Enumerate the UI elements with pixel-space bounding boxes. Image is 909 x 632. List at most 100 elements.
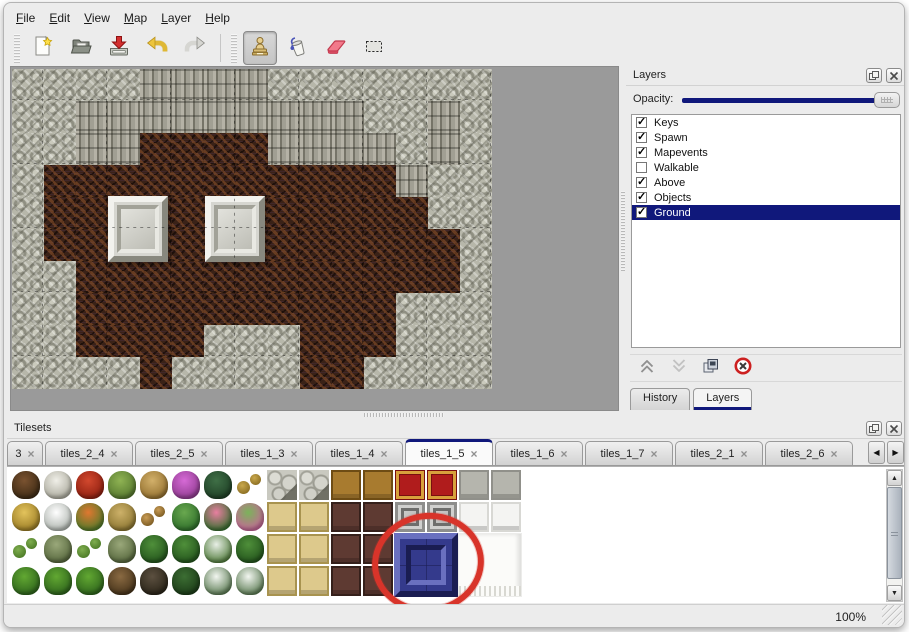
map-tile-floor[interactable] [44,165,76,197]
map-tile-floor[interactable] [236,261,268,293]
tile-lily-pad-flower[interactable] [234,501,266,533]
map-tile-floor[interactable] [268,197,300,229]
map-tile-cliff[interactable] [172,101,204,133]
tile-twisted-dead-tree[interactable] [106,565,138,597]
tileset-tab-tiles_2_6[interactable]: tiles_2_6× [765,441,853,465]
undo-button[interactable] [140,31,174,65]
tab-scroll-right-button[interactable]: ▶ [887,441,904,464]
tile-tan-mat[interactable] [298,565,330,597]
tile-red-flower-cluster[interactable] [74,469,106,501]
map-tile-rock[interactable] [460,165,492,197]
tile-palm-trunk[interactable] [138,469,170,501]
map-tile-floor[interactable] [268,229,300,261]
map-tile-rock[interactable] [460,197,492,229]
map-tile-floor[interactable] [332,261,364,293]
map-tile-floor[interactable] [172,197,204,229]
map-tile-cliff[interactable] [140,69,172,101]
map-tile-floor[interactable] [172,293,204,325]
map-tile-rock[interactable] [12,197,44,229]
tab-layers[interactable]: Layers [693,388,752,410]
map-tile-cliff[interactable] [332,133,364,165]
map-tile-cliff[interactable] [396,165,428,197]
tile-hay-mound[interactable] [10,501,42,533]
tileset-tab-tiles_2_4[interactable]: tiles_2_4× [45,441,133,465]
tab-close-icon[interactable]: × [28,449,35,459]
map-tile-cliff[interactable] [428,101,460,133]
tile-golden-sprout[interactable] [234,469,266,501]
float-panel-button[interactable] [866,68,882,83]
map-tile-rock[interactable] [108,69,140,101]
tile-tan-mat[interactable] [298,533,330,565]
tileset-tab-tiles_2_1[interactable]: tiles_2_1× [675,441,763,465]
map-tile-floor[interactable] [108,165,140,197]
tile-dark-furniture[interactable] [362,565,394,597]
map-tile-floor[interactable] [108,261,140,293]
scroll-down-button[interactable]: ▼ [887,585,902,601]
map-tile-floor[interactable] [140,357,172,389]
map-tile-cliff[interactable] [76,133,108,165]
map-tile-rock[interactable] [44,133,76,165]
tile-dark-furniture[interactable] [330,533,362,565]
map-tile-floor[interactable] [108,293,140,325]
map-tile-rock[interactable] [12,69,44,101]
tab-close-icon[interactable]: × [471,449,478,459]
map-tile-rock[interactable] [396,325,428,357]
pillar-tile[interactable] [108,196,168,262]
menu-file[interactable]: File [14,9,45,27]
map-tile-rock[interactable] [44,357,76,389]
tile-palm-tree[interactable] [234,533,266,565]
layer-visibility-checkbox[interactable]: ✓ [636,207,647,218]
save-button[interactable] [102,31,136,65]
tile-gray-tile[interactable] [458,469,490,501]
tileset-tab-3[interactable]: 3× [7,441,43,465]
map-tile-floor[interactable] [300,261,332,293]
map-tile-cliff[interactable] [268,133,300,165]
map-tile-rock[interactable] [460,293,492,325]
map-tile-floor[interactable] [268,165,300,197]
map-tile-floor[interactable] [300,229,332,261]
map-tile-rock[interactable] [396,133,428,165]
layer-row-ground[interactable]: ✓Ground [632,205,900,220]
map-tile-floor[interactable] [140,293,172,325]
map-tile-floor[interactable] [396,197,428,229]
map-tile-rock[interactable] [44,261,76,293]
map-tile-rock[interactable] [428,293,460,325]
map-tile-floor[interactable] [300,165,332,197]
map-tile-floor[interactable] [204,165,236,197]
float-panel-button[interactable] [866,421,882,436]
layer-visibility-checkbox[interactable] [636,162,647,173]
map-tile-floor[interactable] [268,293,300,325]
menu-map[interactable]: Map [122,9,157,27]
map-tile-cliff[interactable] [108,133,140,165]
map-tile-rock[interactable] [44,325,76,357]
tile-palm-tree[interactable] [170,533,202,565]
tileset-grid[interactable] [10,469,522,597]
tile-dark-green-tree[interactable] [170,565,202,597]
tile-dark-twisted-tree[interactable] [138,565,170,597]
map-tile-floor[interactable] [76,229,108,261]
map-tile-floor[interactable] [76,293,108,325]
map-tile-floor[interactable] [332,165,364,197]
map-tile-floor[interactable] [300,197,332,229]
tile-dark-furniture[interactable] [362,501,394,533]
tile-selected-blue-tile[interactable] [394,533,458,597]
map-tile-floor[interactable] [364,197,396,229]
close-panel-button[interactable] [886,421,902,436]
map-tile-floor[interactable] [332,197,364,229]
map-tile-rock[interactable] [428,165,460,197]
map-tile-rock[interactable] [396,293,428,325]
map-tile-rock[interactable] [268,357,300,389]
map-tile-rock[interactable] [364,69,396,101]
map-tile-rock[interactable] [364,357,396,389]
map-tile-rock[interactable] [12,229,44,261]
tile-silver-frame[interactable] [426,501,458,533]
tile-mossy-stump[interactable] [106,469,138,501]
map-tile-floor[interactable] [172,261,204,293]
map-tile-floor[interactable] [204,133,236,165]
map-tile-cliff[interactable] [428,133,460,165]
tile-purple-flower-bush[interactable] [170,469,202,501]
tab-close-icon[interactable]: × [111,449,118,459]
menu-layer[interactable]: Layer [159,9,201,27]
tile-bush-tree[interactable] [10,565,42,597]
map-tile-floor[interactable] [140,261,172,293]
